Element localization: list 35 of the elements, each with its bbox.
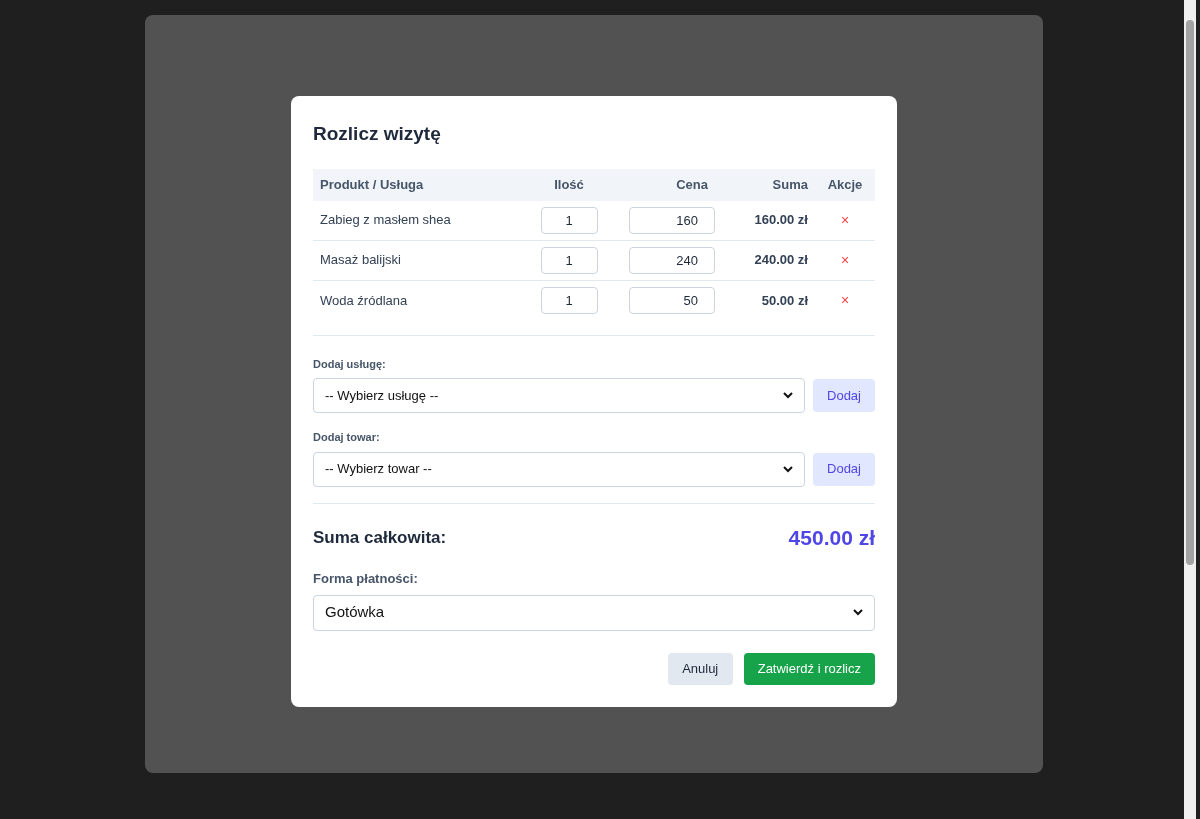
remove-button[interactable]: × xyxy=(840,209,850,231)
field-label: Forma płatności: xyxy=(313,570,419,588)
field-label: Dodaj towar: xyxy=(313,430,381,445)
chevron-icon xyxy=(853,609,863,616)
add-button[interactable]: Dodaj xyxy=(813,452,875,486)
total-label: Suma całkowita: xyxy=(313,526,447,549)
price-field[interactable]: 240 xyxy=(629,246,715,274)
product-name: Masaż balijski xyxy=(320,252,401,268)
total-amount: 450.00 zł xyxy=(788,524,875,551)
add-button[interactable]: Dodaj xyxy=(813,379,875,412)
price-field[interactable]: 160 xyxy=(629,206,715,234)
chevron-icon xyxy=(783,465,793,473)
column-header: Produkt / Usługa xyxy=(320,176,424,192)
remove-button[interactable]: × xyxy=(840,290,850,311)
field-label: Dodaj usługę: xyxy=(313,356,387,372)
remove-button[interactable]: × xyxy=(840,249,850,271)
cancel-button[interactable]: Anuluj xyxy=(667,652,733,685)
line-total: 50.00 zł xyxy=(761,292,808,308)
select-field[interactable]: -- Wybierz usługę -- xyxy=(313,378,805,413)
column-header: Cena xyxy=(676,176,708,192)
dialog-title: Rozlicz wizytę xyxy=(313,122,442,146)
product-name: Zabieg z masłem shea xyxy=(320,212,451,228)
quantity-field[interactable]: 1 xyxy=(540,287,598,314)
column-header: Suma xyxy=(772,176,808,192)
product-name: Woda źródlana xyxy=(320,292,408,308)
column-header: Akcje xyxy=(827,176,863,192)
price-field[interactable]: 50 xyxy=(629,287,715,314)
select-field[interactable]: -- Wybierz towar -- xyxy=(313,451,805,487)
quantity-field[interactable]: 1 xyxy=(540,206,598,234)
line-total: 240.00 zł xyxy=(754,252,808,268)
payment-select[interactable]: Gotówka xyxy=(313,594,875,631)
chevron-icon xyxy=(783,392,793,399)
quantity-field[interactable]: 1 xyxy=(540,246,598,274)
column-header: Ilość xyxy=(554,176,584,192)
line-total: 160.00 zł xyxy=(754,212,808,228)
